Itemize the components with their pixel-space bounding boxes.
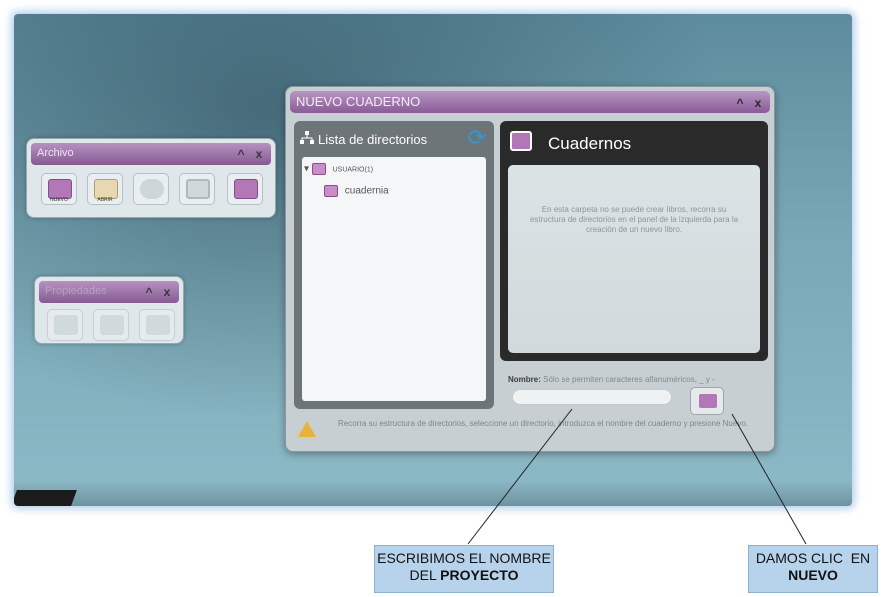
callout-line-new	[731, 413, 807, 545]
callout-write-name-bold: PROYECTO	[440, 567, 519, 583]
callout-lines	[467, 408, 807, 545]
callout-write-name: ESCRIBIMOS EL NOMBRE DEL PROYECTO	[374, 545, 554, 593]
callout-line-name	[467, 408, 573, 545]
callout-click-new-line2: NUEVO	[749, 567, 877, 584]
callout-write-name-line2: DEL PROYECTO	[375, 567, 553, 584]
callout-click-new-bold: NUEVO	[788, 567, 838, 583]
callout-write-name-line1: ESCRIBIMOS EL NOMBRE	[377, 550, 551, 566]
callout-click-new-line1: DAMOS CLIC EN	[755, 550, 871, 566]
callout-write-name-prefix: DEL	[409, 567, 441, 583]
callout-click-new: DAMOS CLIC EN NUEVO	[748, 545, 878, 593]
